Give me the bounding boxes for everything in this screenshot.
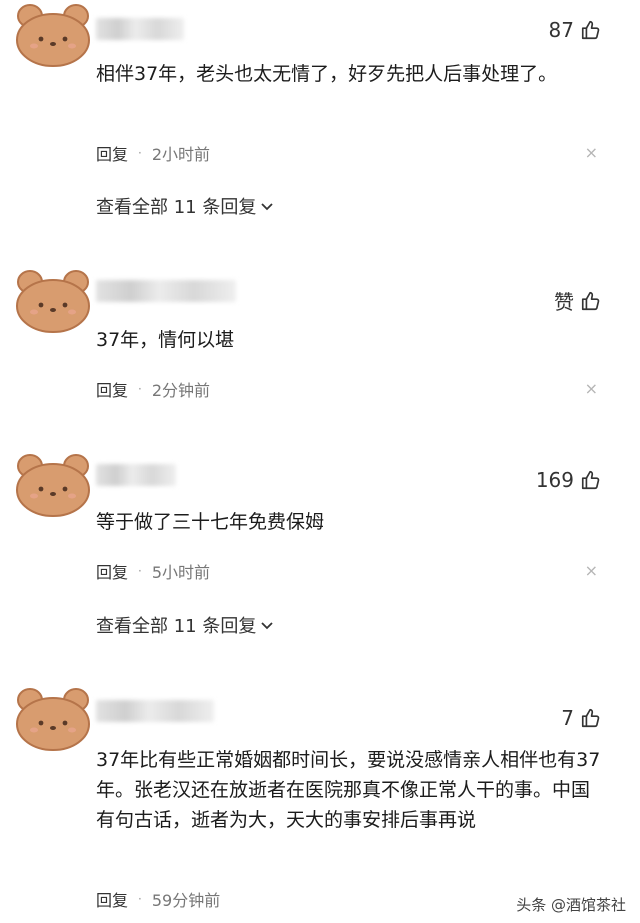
chevron-down-icon — [261, 622, 273, 630]
like-count: 169 — [535, 468, 574, 492]
like-button[interactable]: 赞 — [554, 286, 602, 315]
reply-button[interactable]: 回复 — [96, 377, 128, 401]
username-blurred[interactable] — [96, 700, 214, 722]
comment-meta: 回复 · 59分钟前 — [96, 887, 220, 911]
avatar[interactable] — [14, 2, 92, 68]
comment-text: 等于做了三十七年免费保姆 — [96, 511, 325, 533]
reply-button[interactable]: 回复 — [96, 887, 128, 911]
close-icon[interactable]: × — [585, 143, 598, 162]
timestamp: 5小时前 — [151, 563, 211, 582]
separator-dot: · — [138, 146, 142, 160]
thumbs-up-icon — [581, 470, 600, 490]
thumbs-up-icon — [581, 291, 600, 310]
timestamp: 2小时前 — [151, 145, 211, 164]
comment-text: 37年比有些正常婚姻都时间长，要说没感情亲人相伴也有37年。张老汉还在放逝者在医… — [96, 749, 601, 831]
watermark-text: 头条 @酒馆茶社 — [516, 896, 626, 914]
comment-text: 37年，情何以堪 — [96, 329, 235, 351]
like-button[interactable]: 7 — [561, 706, 602, 730]
separator-dot: · — [138, 892, 142, 906]
chevron-down-icon — [261, 203, 273, 211]
view-all-replies-label: 查看全部 11 条回复 — [96, 616, 257, 637]
reply-button[interactable]: 回复 — [96, 559, 128, 583]
timestamp: 59分钟前 — [151, 891, 221, 910]
separator-dot: · — [138, 564, 142, 578]
thumbs-up-icon — [581, 708, 600, 728]
comment-meta: 回复 · 2分钟前 — [96, 377, 210, 401]
separator-dot: · — [138, 382, 142, 396]
comment-meta: 回复 · 2小时前 — [96, 141, 210, 165]
watermark: 头条 @酒馆茶社 — [516, 894, 626, 915]
close-icon[interactable]: × — [585, 561, 598, 580]
like-button[interactable]: 87 — [549, 18, 602, 42]
like-count: 87 — [548, 18, 574, 42]
comment-meta: 回复 · 5小时前 — [96, 559, 210, 583]
avatar[interactable] — [14, 686, 92, 752]
avatar[interactable] — [14, 268, 92, 334]
reply-button[interactable]: 回复 — [96, 141, 128, 165]
thumbs-up-icon — [581, 20, 600, 40]
username-blurred[interactable] — [96, 464, 176, 486]
close-icon[interactable]: × — [585, 379, 598, 398]
timestamp: 2分钟前 — [151, 381, 211, 400]
view-all-replies[interactable]: 查看全部 11 条回复 — [96, 193, 274, 219]
view-all-replies-label: 查看全部 11 条回复 — [96, 197, 257, 218]
like-count: 7 — [561, 706, 574, 730]
like-button[interactable]: 169 — [536, 468, 602, 492]
like-count: 赞 — [554, 290, 574, 314]
view-all-replies[interactable]: 查看全部 11 条回复 — [96, 612, 274, 638]
comment-text: 相伴37年，老头也太无情了，好歹先把人后事处理了。 — [96, 63, 558, 85]
username-blurred[interactable] — [96, 18, 184, 40]
avatar[interactable] — [14, 452, 92, 518]
username-blurred[interactable] — [96, 280, 236, 302]
